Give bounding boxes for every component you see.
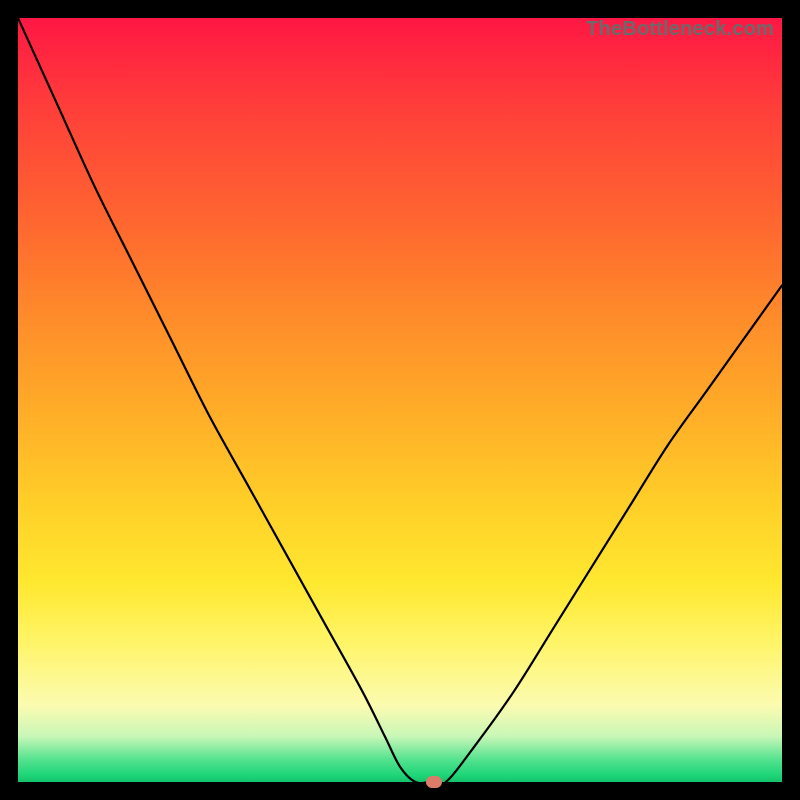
chart-container: TheBottleneck.com [0,0,800,800]
bottleneck-curve [18,18,782,782]
optimal-marker [426,776,442,788]
plot-area: TheBottleneck.com [18,18,782,782]
